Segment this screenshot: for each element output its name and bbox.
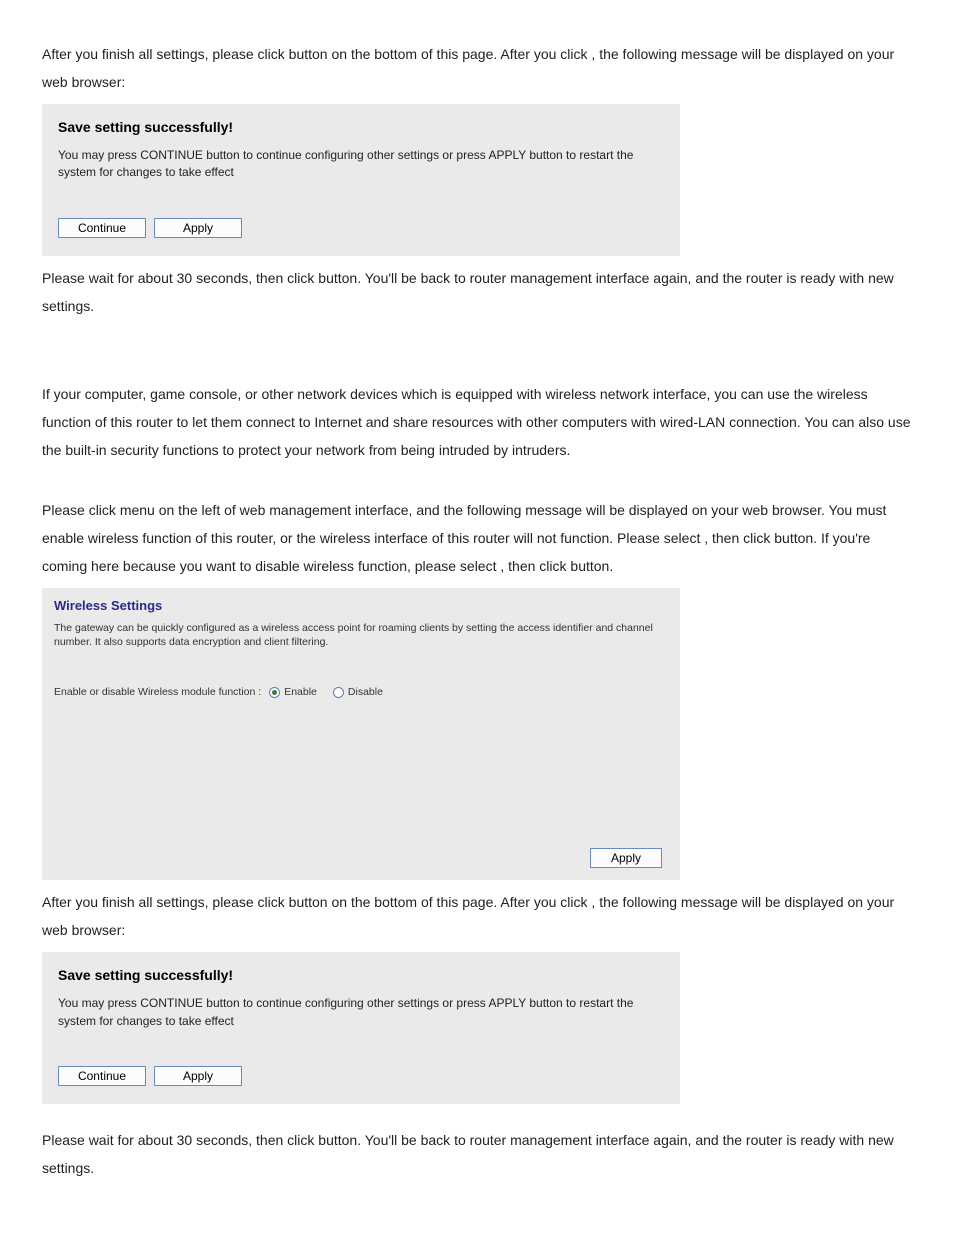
disable-radio-label: Disable xyxy=(348,686,383,698)
dialog-description: You may press CONTINUE button to continu… xyxy=(58,147,664,182)
wireless-instruction-paragraph: Please click menu on the left of web man… xyxy=(42,496,912,580)
save-success-dialog-2: Save setting successfully! You may press… xyxy=(42,952,680,1104)
continue-button[interactable]: Continue xyxy=(58,1066,146,1086)
dialog-title: Save setting successfully! xyxy=(58,967,664,983)
enable-radio-group[interactable]: Enable xyxy=(269,686,325,698)
text-fragment: , then click xyxy=(704,530,774,546)
text-fragment: button. xyxy=(570,558,613,574)
continue-button[interactable]: Continue xyxy=(58,218,146,238)
apply-button[interactable]: Apply xyxy=(154,1066,242,1086)
enable-radio-label: Enable xyxy=(284,686,317,698)
radio-icon-unselected xyxy=(333,687,344,698)
text-fragment: button on the bottom of this page. After… xyxy=(289,46,592,62)
disable-radio-group[interactable]: Disable xyxy=(333,686,391,698)
radio-icon-selected xyxy=(269,687,280,698)
dialog-button-row: Continue Apply xyxy=(58,1066,664,1086)
wireless-intro-paragraph: If your computer, game console, or other… xyxy=(42,380,912,464)
dialog-button-row: Continue Apply xyxy=(58,218,664,238)
text-fragment: After you finish all settings, please cl… xyxy=(42,894,289,910)
instruction-paragraph-4: Please wait for about 30 seconds, then c… xyxy=(42,1126,912,1182)
text-fragment: Please wait for about 30 seconds, then c… xyxy=(42,270,318,286)
text-fragment: Please click xyxy=(42,502,120,518)
text-fragment: , then click xyxy=(500,558,570,574)
apply-button[interactable]: Apply xyxy=(154,218,242,238)
wireless-module-label: Enable or disable Wireless module functi… xyxy=(54,686,261,698)
text-fragment: Please wait for about 30 seconds, then c… xyxy=(42,1132,318,1148)
wireless-settings-title: Wireless Settings xyxy=(54,598,668,613)
wireless-settings-description: The gateway can be quickly configured as… xyxy=(54,621,668,650)
save-success-dialog-1: Save setting successfully! You may press… xyxy=(42,104,680,256)
wireless-settings-panel: Wireless Settings The gateway can be qui… xyxy=(42,588,680,880)
wireless-module-row: Enable or disable Wireless module functi… xyxy=(54,686,668,698)
text-fragment: After you finish all settings, please cl… xyxy=(42,46,289,62)
instruction-paragraph-3: After you finish all settings, please cl… xyxy=(42,888,912,944)
instruction-paragraph-1: After you finish all settings, please cl… xyxy=(42,40,912,96)
dialog-description: You may press CONTINUE button to continu… xyxy=(58,995,664,1030)
instruction-paragraph-2: Please wait for about 30 seconds, then c… xyxy=(42,264,912,320)
apply-row: Apply xyxy=(54,848,668,868)
wireless-apply-button[interactable]: Apply xyxy=(590,848,662,868)
text-fragment: button on the bottom of this page. After… xyxy=(289,894,592,910)
dialog-title: Save setting successfully! xyxy=(58,119,664,135)
